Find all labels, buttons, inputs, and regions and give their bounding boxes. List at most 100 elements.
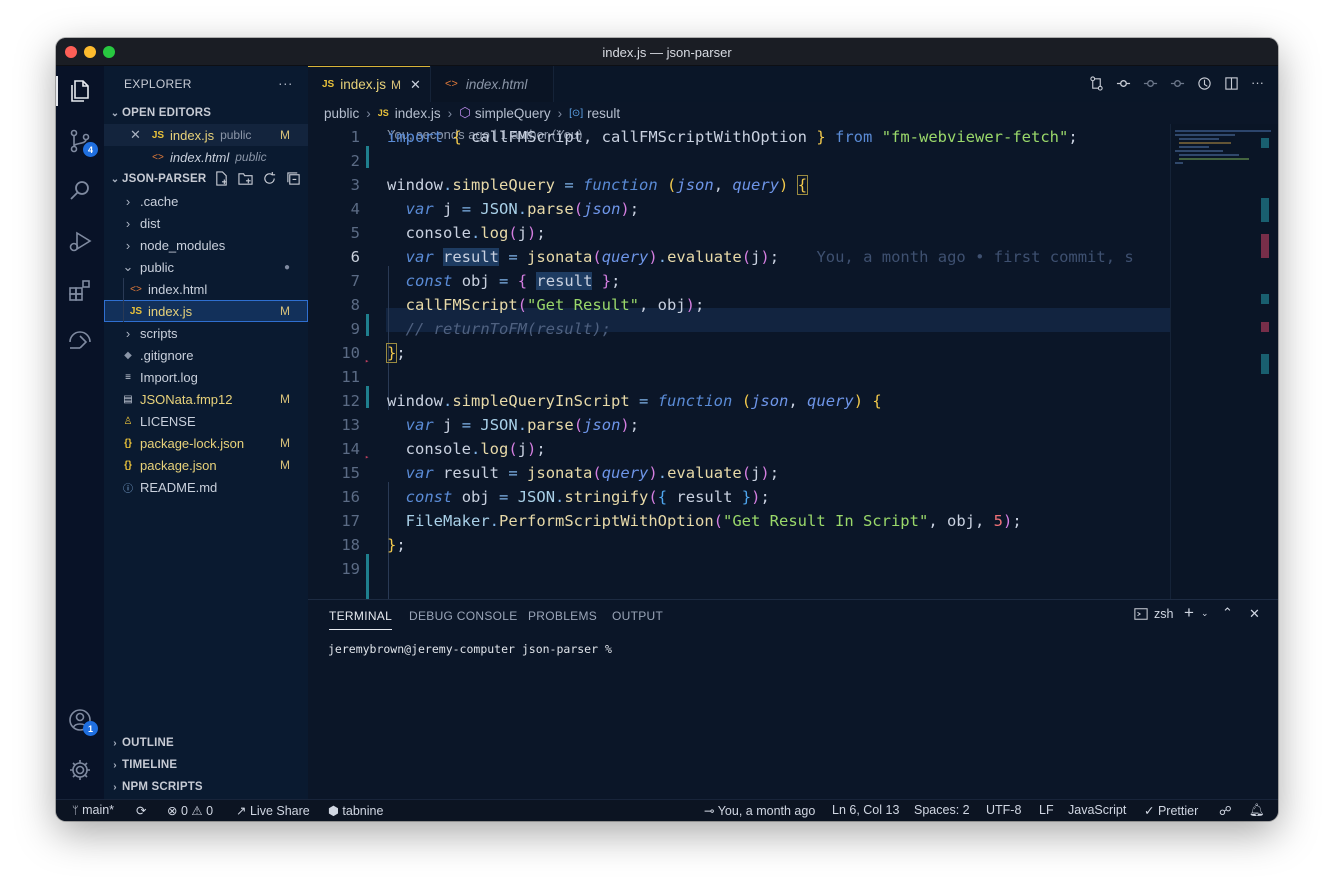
notifications-bell-icon[interactable]: 🔔︎ <box>1249 803 1265 818</box>
tab-index-js[interactable]: JS index.js M ✕ <box>308 66 430 102</box>
code-line-5: console.log(j); <box>405 224 546 242</box>
new-file-icon[interactable] <box>214 171 229 186</box>
indentation[interactable]: Spaces: 2 <box>914 803 970 817</box>
chevron-down-icon[interactable]: ⌄ <box>1201 608 1209 619</box>
file-tree-item[interactable]: {} package.json M <box>104 454 308 476</box>
more-actions-icon[interactable]: ··· <box>278 75 293 91</box>
file-tree-item[interactable]: ♙ LICENSE <box>104 410 308 432</box>
project-label: JSON-PARSER <box>122 173 207 185</box>
modified-indicator: M <box>280 304 290 318</box>
problems-indicator[interactable]: ⊗ 0 ⚠ 0 <box>167 803 213 818</box>
accounts-icon[interactable]: 1 <box>66 706 98 736</box>
refresh-icon[interactable] <box>262 171 277 186</box>
npm-scripts-section[interactable]: › NPM SCRIPTS <box>104 776 308 798</box>
tab-debug-console[interactable]: DEBUG CONSOLE <box>409 609 518 623</box>
live-share-button[interactable]: ↗ Live Share <box>236 803 310 818</box>
open-editor-item[interactable]: ✕ JS index.js public M <box>104 124 308 146</box>
open-changes-icon[interactable] <box>1089 76 1104 91</box>
breadcrumb-item[interactable]: result <box>587 106 620 121</box>
variable-symbol-icon: [⊙] <box>569 107 584 119</box>
line-number: 16 <box>341 488 360 506</box>
modified-indicator: M <box>280 392 290 406</box>
extensions-icon[interactable] <box>66 277 94 305</box>
inline-blame: You, a month ago • first commit, s <box>816 248 1134 266</box>
prettier-status[interactable]: ✓ Prettier <box>1144 803 1198 818</box>
sync-icon[interactable]: ⟳ <box>136 803 146 818</box>
terminal-prompt[interactable]: jeremybrown@jeremy-computer json-parser … <box>328 642 612 656</box>
html-file-icon: <> <box>130 283 142 295</box>
line-number: 4 <box>350 200 360 218</box>
language-mode[interactable]: JavaScript <box>1068 803 1126 817</box>
file-tree-item[interactable]: ≡ Import.log <box>104 366 308 388</box>
code-line-6: var result = jsonata(query).evaluate(j);… <box>405 248 1134 266</box>
open-editors-section[interactable]: ⌄ OPEN EDITORS <box>104 102 308 124</box>
line-number: 6 <box>350 248 360 266</box>
editor-actions: ··· <box>1089 76 1264 91</box>
bottom-panel: TERMINAL DEBUG CONSOLE PROBLEMS OUTPUT z… <box>308 599 1278 799</box>
search-icon[interactable] <box>66 177 94 205</box>
tabnine-button[interactable]: ⬢ tabnine <box>328 803 383 818</box>
file-tree-label: .gitignore <box>140 347 194 363</box>
tab-label: index.js <box>340 77 387 92</box>
file-tree-item[interactable]: › .cache <box>104 190 308 212</box>
file-tree-item[interactable]: JS index.js M <box>104 300 308 322</box>
end-of-line[interactable]: LF <box>1039 803 1054 817</box>
file-tree-item[interactable]: ▤ JSONata.fmp12 M <box>104 388 308 410</box>
minimap[interactable] <box>1170 124 1278 599</box>
run-debug-icon[interactable] <box>66 227 94 255</box>
close-panel-icon[interactable]: ✕ <box>1249 606 1260 622</box>
toggle-blame-icon[interactable] <box>1197 76 1212 91</box>
next-change-icon[interactable] <box>1170 76 1185 91</box>
blame-status[interactable]: ⊸ You, a month ago <box>704 803 815 818</box>
tab-problems[interactable]: PROBLEMS <box>528 609 597 623</box>
maximize-panel-icon[interactable]: ⌃ <box>1222 605 1233 621</box>
file-tree-item[interactable]: › node_modules <box>104 234 308 256</box>
terminal-shell-selector[interactable]: zsh <box>1134 607 1173 621</box>
feedback-icon[interactable]: ☍ <box>1219 803 1232 818</box>
file-tree-item[interactable]: ⓘ README.md <box>104 476 308 498</box>
git-commit-icon[interactable] <box>1116 76 1131 91</box>
open-editor-item[interactable]: <> index.html public <box>104 146 308 168</box>
encoding[interactable]: UTF-8 <box>986 803 1021 817</box>
file-tree-item[interactable]: <> index.html <box>104 278 308 300</box>
timeline-section[interactable]: › TIMELINE <box>104 754 308 776</box>
close-tab-icon[interactable]: ✕ <box>410 77 421 93</box>
source-control-icon[interactable]: 4 <box>66 127 98 157</box>
live-share-label: Live Share <box>249 804 310 818</box>
new-terminal-icon[interactable]: + <box>1184 603 1194 623</box>
file-tree-item[interactable]: ⌄ public ● <box>104 256 308 278</box>
collapse-all-icon[interactable] <box>286 171 301 186</box>
code-line-12: window.simpleQueryInScript = function (j… <box>387 392 882 410</box>
more-actions-icon[interactable]: ··· <box>1251 76 1264 91</box>
active-indicator <box>56 76 58 106</box>
git-branch-icon: ᛘ <box>72 805 79 817</box>
remote-explorer-icon[interactable] <box>66 327 94 355</box>
settings-gear-icon[interactable] <box>66 756 94 784</box>
previous-change-icon[interactable] <box>1143 76 1158 91</box>
code-line-16: const obj = JSON.stringify({ result }); <box>405 488 770 506</box>
js-file-icon: JS <box>129 305 143 317</box>
new-folder-icon[interactable] <box>238 171 253 186</box>
branch-indicator[interactable]: ᛘ main* <box>72 803 114 817</box>
outline-section[interactable]: › OUTLINE <box>104 732 308 754</box>
license-icon: ♙ <box>123 415 133 427</box>
tab-index-html[interactable]: <> index.html <box>430 66 554 102</box>
close-icon[interactable]: ✕ <box>130 127 146 143</box>
file-tree-item[interactable]: {} package-lock.json M <box>104 432 308 454</box>
file-tree-item[interactable]: › dist <box>104 212 308 234</box>
project-section[interactable]: ⌄ JSON-PARSER <box>104 168 308 190</box>
file-tree-item[interactable]: ◆ .gitignore <box>104 344 308 366</box>
file-tree-item[interactable]: › scripts <box>104 322 308 344</box>
tab-output[interactable]: OUTPUT <box>612 609 663 623</box>
tab-terminal[interactable]: TERMINAL <box>329 609 393 630</box>
cursor-position[interactable]: Ln 6, Col 13 <box>832 803 899 817</box>
warning-icon: ⚠ <box>191 804 203 818</box>
indent-guide <box>123 278 124 300</box>
breadcrumb-item[interactable]: simpleQuery <box>475 106 551 121</box>
split-editor-icon[interactable] <box>1224 76 1239 91</box>
open-editor-folder: public <box>220 128 252 142</box>
breadcrumb-item[interactable]: public <box>324 106 359 121</box>
explorer-icon[interactable] <box>66 77 94 105</box>
code-editor[interactable]: 1 2 3 4 5 6 7 8 9 10 11 12 13 14 15 16 17 18 19 ▸ ▸ import… <box>308 124 1170 602</box>
breadcrumb-item[interactable]: index.js <box>395 106 441 121</box>
